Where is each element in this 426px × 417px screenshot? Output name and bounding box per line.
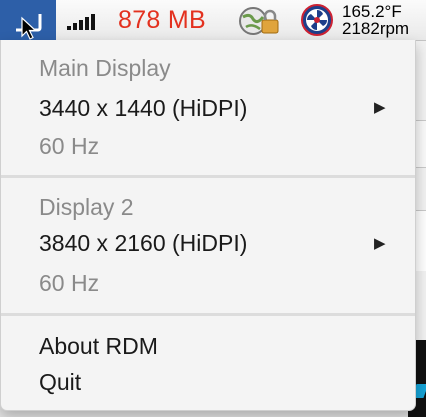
display-header-2: Display 2 xyxy=(39,194,134,220)
vpn-lock-icon[interactable] xyxy=(238,5,282,37)
fan-icon[interactable] xyxy=(300,3,334,37)
memory-usage[interactable]: 878 MB xyxy=(118,6,206,35)
resolution-item-main[interactable]: 3440 x 1440 (HiDPI) xyxy=(39,95,247,122)
sensor-readout[interactable]: 165.2°F 2182rpm xyxy=(342,3,426,37)
refresh-rate-2[interactable]: 60 Hz xyxy=(39,270,99,297)
temperature-value: 165.2°F xyxy=(342,2,402,21)
rdm-dropdown-menu: Main Display 3440 x 1440 (HiDPI) ▶ 60 Hz… xyxy=(0,40,416,411)
fan-speed-value: 2182rpm xyxy=(342,19,410,38)
about-menu-item[interactable]: About RDM xyxy=(39,333,158,360)
refresh-rate-main[interactable]: 60 Hz xyxy=(39,133,99,160)
signal-bars-icon[interactable] xyxy=(67,14,103,30)
quit-menu-item[interactable]: Quit xyxy=(39,369,81,396)
menu-separator xyxy=(1,175,415,178)
submenu-arrow-icon: ▶ xyxy=(374,99,386,116)
rdm-display-icon xyxy=(16,14,42,40)
display-header-main: Main Display xyxy=(39,55,171,81)
menu-separator xyxy=(1,313,415,316)
rdm-menu-button[interactable] xyxy=(0,0,56,40)
submenu-arrow-icon: ▶ xyxy=(374,235,386,252)
menu-bar: 878 MB 165.2°F 2182rpm xyxy=(0,0,426,41)
resolution-item-2[interactable]: 3840 x 2160 (HiDPI) xyxy=(39,230,247,257)
